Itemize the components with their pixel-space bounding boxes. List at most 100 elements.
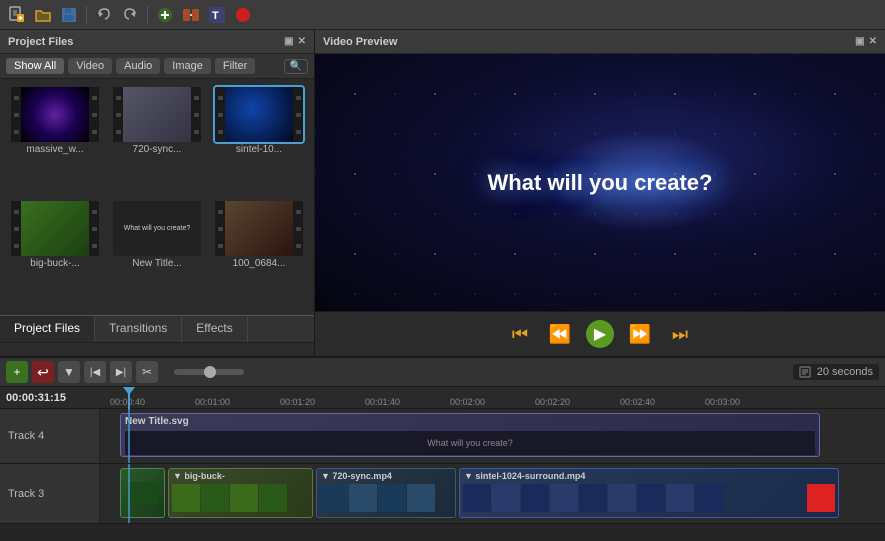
tab-effects[interactable]: Effects	[182, 316, 247, 342]
add-track-btn[interactable]: +	[6, 361, 28, 383]
clip-720-sync-label: ▼ 720-sync.mp4	[317, 469, 455, 483]
project-files-panel: Project Files ▣ ✕ Show All Video Audio I…	[0, 30, 314, 315]
track-4-name: Track 4	[8, 430, 44, 442]
thumb-item-3[interactable]: big-buck-...	[6, 199, 104, 309]
toolbar-sep-2	[147, 6, 148, 24]
preview-minimize-icon[interactable]: ▣	[855, 36, 864, 47]
tracks-area: Track 4 New Title.svg What will you crea…	[0, 409, 885, 541]
thumbnails-grid: massive_w... 720-sync...	[0, 79, 314, 315]
filter-image-btn[interactable]: Image	[164, 58, 211, 74]
right-column: Video Preview ▣ ✕ What will you create? …	[315, 30, 885, 356]
project-files-title: Project Files	[8, 36, 73, 48]
tab-project-files[interactable]: Project Files	[0, 316, 95, 342]
ruler-mark-5: 00:02:20	[535, 397, 570, 407]
clip-720-sync[interactable]: ▼ 720-sync.mp4	[316, 468, 456, 518]
thumb-item-2[interactable]: sintel-10...	[210, 85, 308, 195]
thumb-label-5: 100_0684...	[233, 258, 286, 269]
undo-icon[interactable]	[93, 4, 115, 26]
thumb-label-4: New Title...	[132, 258, 181, 269]
clip-sintel[interactable]: ▼ sintel-1024-surround.mp4	[459, 468, 839, 518]
middle-area: Project Files ▣ ✕ Show All Video Audio I…	[0, 30, 885, 356]
filter-filter-btn[interactable]: Filter	[215, 58, 255, 74]
razor-btn[interactable]: ✂	[136, 361, 158, 383]
thumb-img-3	[11, 201, 99, 256]
ruler-mark-4: 00:02:00	[450, 397, 485, 407]
svg-text:T: T	[212, 10, 219, 22]
timeline-toolbar: + ↩ ▼ |◀ ▶| ✂ 20 seconds	[0, 358, 885, 387]
record-icon[interactable]	[232, 4, 254, 26]
filter-search-btn[interactable]: 🔍	[284, 59, 308, 74]
left-column: Project Files ▣ ✕ Show All Video Audio I…	[0, 30, 315, 356]
clip-m[interactable]	[120, 468, 165, 518]
ruler-mark-6: 00:02:40	[620, 397, 655, 407]
clip-new-title[interactable]: New Title.svg What will you create?	[120, 413, 820, 457]
track-3-content[interactable]: ▼ big-buck- ▼ 720-sync.mp4	[100, 464, 885, 523]
app-container: T Project Files ▣ ✕	[0, 0, 885, 541]
tab-transitions[interactable]: Transitions	[95, 316, 182, 342]
timeline-duration-display: 20 seconds	[793, 364, 879, 380]
clip-title-preview: What will you create?	[125, 431, 815, 455]
filter-audio-btn[interactable]: Audio	[116, 58, 160, 74]
jump-end-tl-btn[interactable]: ▶|	[110, 361, 132, 383]
toolbar-sep-1	[86, 6, 87, 24]
filter-showall-btn[interactable]: Show All	[6, 58, 64, 74]
panel-header-icons: ▣ ✕	[284, 36, 306, 47]
track-3-label: Track 3	[0, 464, 100, 523]
next-frame-btn[interactable]: ⏩	[626, 320, 654, 348]
title-icon[interactable]: T	[206, 4, 228, 26]
thumb-item-1[interactable]: 720-sync...	[108, 85, 206, 195]
thumb-img-1	[113, 87, 201, 142]
panel-minimize-icon[interactable]: ▣	[284, 36, 293, 47]
save-file-icon[interactable]	[58, 4, 80, 26]
preview-header: Video Preview ▣ ✕	[315, 30, 885, 54]
timecode-display: 00:00:31:15	[0, 392, 100, 404]
thumb-item-4[interactable]: What will you create? New Title...	[108, 199, 206, 309]
ruler-mark-1: 00:01:00	[195, 397, 230, 407]
open-file-icon[interactable]	[32, 4, 54, 26]
new-file-icon[interactable]	[6, 4, 28, 26]
playback-controls: ⏮ ⏪ ▶ ⏩ ⏭	[315, 311, 885, 356]
track-3-name: Track 3	[8, 488, 44, 500]
thumb-item-5[interactable]: 100_0684...	[210, 199, 308, 309]
preview-container: Video Preview ▣ ✕ What will you create? …	[315, 30, 885, 356]
clip-m-thumb	[127, 481, 159, 505]
video-preview-area: What will you create?	[315, 54, 885, 311]
track-row-3: Track 3 ▼ big-buck-	[0, 464, 885, 524]
playhead-arrow	[123, 387, 135, 395]
tabs-bar: Project Files Transitions Effects	[0, 315, 314, 343]
redo-icon[interactable]	[119, 4, 141, 26]
thumb-img-0	[11, 87, 99, 142]
zoom-thumb[interactable]	[204, 366, 216, 378]
ruler-mark-7: 00:03:00	[705, 397, 740, 407]
add-clip-icon[interactable]	[154, 4, 176, 26]
filter-bar: Show All Video Audio Image Filter 🔍	[0, 54, 314, 79]
timeline-ruler-row: 00:00:31:15 00:00:40 00:01:00 00:01:20 0…	[0, 387, 885, 409]
track-4-content[interactable]: New Title.svg What will you create?	[100, 409, 885, 463]
clip-big-buck[interactable]: ▼ big-buck-	[168, 468, 313, 518]
ruler-mark-2: 00:01:20	[280, 397, 315, 407]
transition-icon[interactable]	[180, 4, 202, 26]
thumb-item-0[interactable]: massive_w...	[6, 85, 104, 195]
prev-frame-btn[interactable]: ⏪	[546, 320, 574, 348]
play-pause-btn[interactable]: ▶	[586, 320, 614, 348]
clip-sintel-frames	[460, 483, 838, 515]
track-4-label: Track 4	[0, 409, 100, 463]
preview-header-icons: ▣ ✕	[855, 36, 877, 47]
zoom-slider[interactable]	[174, 369, 244, 375]
project-files-header: Project Files ▣ ✕	[0, 30, 314, 54]
panel-close-icon[interactable]: ✕	[298, 36, 306, 47]
jump-end-btn[interactable]: ⏭	[666, 320, 694, 348]
remove-track-btn[interactable]: ↩	[32, 361, 54, 383]
preview-close-icon[interactable]: ✕	[869, 36, 877, 47]
clip-big-buck-frames	[169, 483, 312, 515]
preview-title: Video Preview	[323, 36, 397, 48]
jump-start-btn[interactable]: ⏮	[506, 320, 534, 348]
jump-start-tl-btn[interactable]: |◀	[84, 361, 106, 383]
thumb-img-4: What will you create?	[113, 201, 201, 256]
thumb-img-5	[215, 201, 303, 256]
filter-tracks-btn[interactable]: ▼	[58, 361, 80, 383]
thumb-label-1: 720-sync...	[133, 144, 182, 155]
filter-video-btn[interactable]: Video	[68, 58, 112, 74]
clip-title-label: New Title.svg	[121, 414, 819, 429]
top-toolbar: T	[0, 0, 885, 30]
